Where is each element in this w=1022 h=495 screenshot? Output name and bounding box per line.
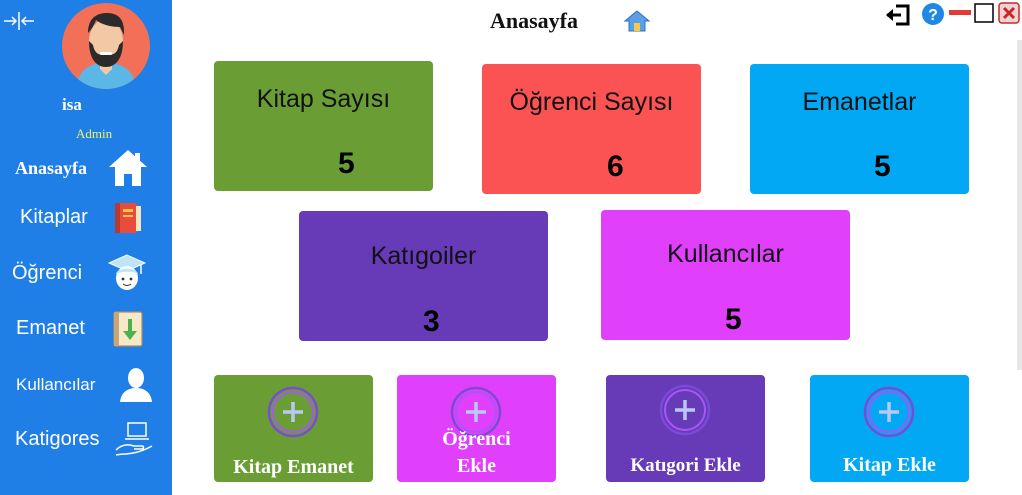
stat-card-label: Kullancılar [667, 240, 784, 268]
help-icon[interactable]: ? [921, 2, 945, 26]
sidebar-item-katigores[interactable]: Katigores [0, 418, 172, 462]
sidebar-item-label: Öğrenci [12, 262, 83, 284]
avatar [62, 3, 150, 89]
home-icon [109, 150, 147, 186]
action-label-line1: Öğrenci [442, 428, 511, 450]
stat-card-value: 6 [607, 150, 624, 183]
stat-card-value: 3 [423, 305, 440, 338]
sidebar-item-label: Kitaplar [20, 206, 88, 228]
stat-card-label: Katıgoiler [370, 242, 477, 270]
sidebar-item-label: Kullancılar [16, 375, 96, 394]
user-name: isa [62, 95, 82, 114]
stat-card-value: 5 [338, 147, 355, 180]
stat-card-ogrenci-sayisi[interactable]: Öğrenci Sayısı 6 [482, 64, 701, 194]
user-icon [120, 368, 152, 402]
stat-card-label: Emanetlar [802, 88, 917, 116]
logout-icon[interactable] [884, 3, 912, 27]
collapse-sidebar-icon[interactable] [2, 10, 36, 32]
action-label: Kitap Ekle [843, 454, 936, 476]
ogrenci-ekle-button[interactable]: Öğrenci Ekle [397, 375, 556, 482]
stat-card-kitap-sayisi[interactable]: Kitap Sayısı 5 [214, 61, 433, 191]
sidebar-item-label: Anasayfa [15, 158, 88, 178]
vertical-scrollbar[interactable] [1017, 40, 1022, 370]
stat-card-label: Öğrenci Sayısı [509, 88, 674, 116]
ledger-download-icon [113, 311, 143, 347]
page-title: Anasayfa [490, 8, 579, 33]
sidebar-item-kitaplar[interactable]: Kitaplar [0, 198, 172, 242]
stat-card-label: Kitap Sayısı [256, 85, 391, 113]
book-icon [115, 203, 141, 233]
sidebar-item-kullancilar[interactable]: Kullancılar [0, 364, 172, 408]
stat-card-katigoiler[interactable]: Katıgoiler 3 [299, 211, 548, 341]
sidebar-item-emanet[interactable]: Emanet [0, 308, 172, 352]
kitap-ekle-button[interactable]: Kitap Ekle [810, 375, 969, 482]
hand-laptop-icon [115, 422, 153, 456]
sidebar-item-label: Emanet [16, 317, 85, 339]
stat-card-kullancilar[interactable]: Kullancılar 5 [601, 210, 850, 340]
svg-text:?: ? [928, 7, 938, 24]
sidebar-item-anasayfa[interactable]: Anasayfa [0, 148, 172, 192]
stat-card-emanetlar[interactable]: Emanetlar 5 [750, 64, 969, 194]
action-label: Kitap Emanet [233, 456, 354, 478]
student-icon [107, 254, 147, 290]
maximize-icon[interactable] [974, 3, 994, 23]
action-label: Katıgori Ekle [630, 455, 741, 476]
plus-circle-icon [863, 386, 915, 438]
kitap-emanet-button[interactable]: Kitap Emanet [214, 375, 373, 482]
stat-card-value: 5 [725, 303, 742, 336]
close-icon[interactable] [998, 2, 1020, 24]
sidebar: isa Admin Anasayfa Kitaplar Öğrenci Eman… [0, 0, 172, 495]
plus-circle-icon [659, 384, 711, 436]
sidebar-item-ogrenci[interactable]: Öğrenci [0, 252, 172, 296]
minimize-icon[interactable] [948, 9, 972, 17]
user-role: Admin [76, 126, 113, 141]
home-icon[interactable] [624, 9, 650, 33]
action-label-line2: Ekle [457, 455, 496, 477]
sidebar-item-label: Katigores [15, 428, 100, 450]
user-avatar-icon [76, 13, 136, 89]
plus-circle-icon [267, 386, 319, 438]
katigori-ekle-button[interactable]: Katıgori Ekle [606, 375, 765, 482]
stat-card-value: 5 [874, 150, 891, 183]
